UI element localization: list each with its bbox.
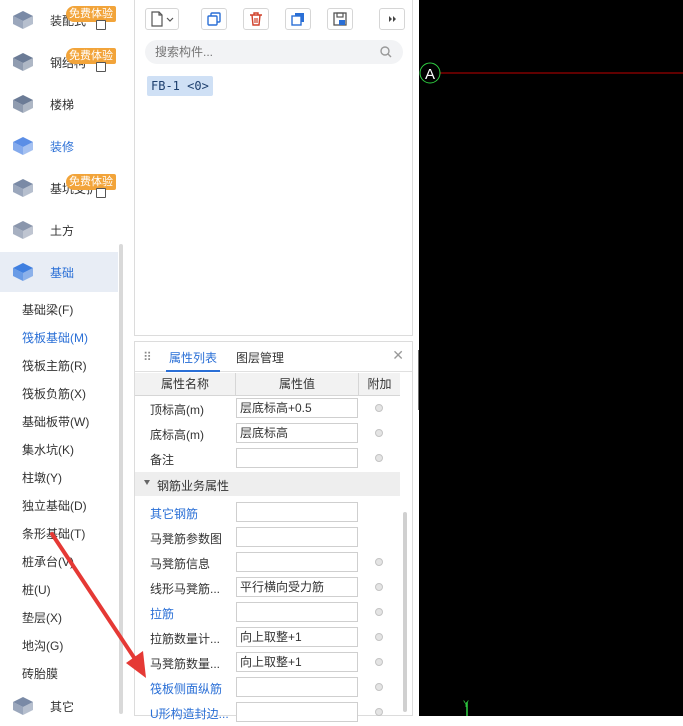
- annotation-arrow: [50, 532, 146, 678]
